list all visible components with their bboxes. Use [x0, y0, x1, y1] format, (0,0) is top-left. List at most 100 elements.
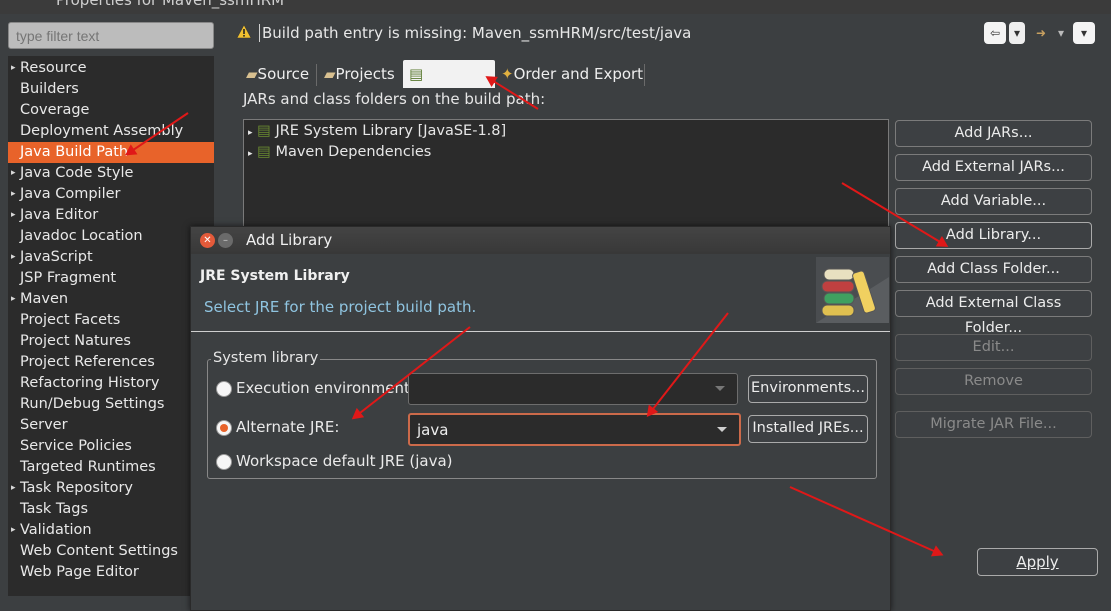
add-jars-button[interactable]: Add JARs...	[895, 120, 1092, 147]
sidebar-item[interactable]: Server	[8, 415, 214, 436]
sidebar-item[interactable]: Service Policies	[8, 436, 214, 457]
workspace-default-radio[interactable]	[216, 454, 232, 470]
order-export-icon: ✦	[501, 65, 514, 83]
sidebar-item-label: Resource	[20, 60, 87, 76]
expand-icon[interactable]: ▸	[11, 184, 16, 205]
sidebar-item[interactable]: ▸ Resource	[8, 58, 214, 79]
view-menu-icon[interactable]: ▾	[1073, 22, 1095, 44]
tab-source[interactable]: ▰Source	[246, 60, 309, 88]
add-variable-button[interactable]: Add Variable...	[895, 188, 1092, 215]
tab-label: Projects	[335, 65, 395, 83]
execution-environment-combo[interactable]	[408, 373, 738, 405]
entry-label: Maven Dependencies	[275, 144, 432, 160]
classpath-list[interactable]: ▸ ▤ JRE System Library [JavaSE-1.8] ▸ ▤ …	[243, 119, 889, 234]
dialog-title: Add Library	[246, 231, 333, 249]
sidebar-item[interactable]: ▸ Task Repository	[8, 478, 214, 499]
sidebar-item[interactable]: ▸ Java Compiler	[8, 184, 214, 205]
sidebar-item[interactable]: ▸ Java Editor	[8, 205, 214, 226]
folder-source-icon: ▰	[246, 65, 258, 83]
sidebar-item-label: Targeted Runtimes	[20, 459, 156, 475]
sidebar-item-label: Maven	[20, 291, 69, 307]
apply-button[interactable]: Apply	[977, 548, 1098, 576]
back-menu-icon[interactable]: ▾	[1009, 22, 1025, 44]
alternate-jre-combo[interactable]: java	[408, 413, 741, 446]
execution-environment-label: Execution environment:	[236, 379, 415, 397]
sidebar-item-label: Web Content Settings	[20, 543, 178, 559]
tab-libraries[interactable]: ▤	[403, 60, 495, 88]
expand-icon[interactable]: ▸	[11, 58, 16, 79]
sidebar-item-label: Server	[20, 417, 68, 433]
sidebar-item[interactable]: Run/Debug Settings	[8, 394, 214, 415]
back-icon[interactable]: ⇦	[984, 22, 1006, 44]
sidebar-item[interactable]: ▸ Validation	[8, 520, 214, 541]
alternate-jre-label: Alternate JRE:	[236, 418, 340, 436]
sidebar-item[interactable]: Project References	[8, 352, 214, 373]
add-external-jars-button[interactable]: Add External JARs...	[895, 154, 1092, 181]
sidebar-item[interactable]: Javadoc Location	[8, 226, 214, 247]
sidebar-item[interactable]: ▸ JavaScript	[8, 247, 214, 268]
sidebar-item-label: Javadoc Location	[20, 228, 143, 244]
property-page-tree: ▸ Resource Builders Coverage Deployment Asse…	[8, 56, 214, 596]
expand-icon[interactable]: ▸	[11, 205, 16, 226]
sidebar-item[interactable]: Java Build Path	[8, 142, 214, 163]
sidebar-item[interactable]: ▸ Maven	[8, 289, 214, 310]
dialog-heading: JRE System Library	[200, 268, 350, 284]
alternate-jre-radio[interactable]	[216, 420, 232, 436]
chevron-down-icon	[715, 386, 725, 391]
combo-value: java	[417, 421, 449, 439]
sidebar-item[interactable]: Targeted Runtimes	[8, 457, 214, 478]
sidebar-item[interactable]: Deployment Assembly	[8, 121, 214, 142]
expand-icon[interactable]: ▸	[11, 289, 16, 310]
sidebar-item[interactable]: Builders	[8, 79, 214, 100]
expand-icon[interactable]: ▸	[11, 247, 16, 268]
warning-message: Build path entry is missing: Maven_ssmHR…	[259, 24, 691, 42]
list-item-maven[interactable]: ▸ ▤ Maven Dependencies	[248, 142, 431, 162]
close-icon[interactable]: ✕	[200, 233, 215, 248]
sidebar-item[interactable]: Project Facets	[8, 310, 214, 331]
remove-button[interactable]: Remove	[895, 368, 1092, 395]
expand-icon[interactable]: ▸	[248, 149, 253, 159]
installed-jres-button[interactable]: Installed JREs...	[748, 415, 868, 443]
sidebar-item[interactable]: Refactoring History	[8, 373, 214, 394]
build-path-description: JARs and class folders on the build path…	[243, 90, 546, 108]
tab-label: Order and Export	[513, 65, 644, 83]
sidebar-item-label: JavaScript	[20, 249, 93, 265]
sidebar-item[interactable]: Project Natures	[8, 331, 214, 352]
entry-label: JRE System Library [JavaSE-1.8]	[275, 123, 507, 139]
sidebar-item-label: Run/Debug Settings	[20, 396, 165, 412]
expand-icon[interactable]: ▸	[11, 478, 16, 499]
sidebar-item-label: Task Repository	[20, 480, 134, 496]
minimize-icon[interactable]: –	[218, 233, 233, 248]
sidebar-item[interactable]: Web Page Editor	[8, 562, 214, 583]
add-external-class-folder-button[interactable]: Add External Class Folder...	[895, 290, 1092, 336]
sidebar-item-label: Java Compiler	[20, 186, 121, 202]
sidebar-item[interactable]: Task Tags	[8, 499, 214, 520]
sidebar-item[interactable]: JSP Fragment	[8, 268, 214, 289]
add-library-button[interactable]: Add Library...	[895, 222, 1092, 249]
sidebar-item-label: Builders	[20, 81, 79, 97]
list-item-jre[interactable]: ▸ ▤ JRE System Library [JavaSE-1.8]	[248, 121, 506, 141]
forward-icon[interactable]: ➜	[1032, 22, 1050, 44]
sidebar-item-label: Task Tags	[20, 501, 89, 517]
library-icon: ▤	[257, 123, 271, 139]
add-class-folder-button[interactable]: Add Class Folder...	[895, 256, 1092, 283]
expand-icon[interactable]: ▸	[248, 128, 253, 138]
library-icon: ▤	[257, 144, 271, 160]
migrate-jar-button[interactable]: Migrate JAR File...	[895, 411, 1092, 438]
execution-environment-radio[interactable]	[216, 381, 232, 397]
sidebar-item-label: Service Policies	[20, 438, 132, 454]
sidebar-item-label: Java Editor	[20, 207, 99, 223]
add-library-dialog: ✕ – Add Library JRE System Library Selec…	[190, 226, 891, 611]
expand-icon[interactable]: ▸	[11, 520, 16, 541]
expand-icon[interactable]: ▸	[11, 163, 16, 184]
sidebar-item-label: Java Build Path	[20, 144, 129, 160]
edit-button[interactable]: Edit...	[895, 334, 1092, 361]
environments-button[interactable]: Environments...	[748, 375, 868, 403]
tab-order-export[interactable]: ✦Order and Export	[501, 60, 643, 88]
forward-menu-icon[interactable]: ▾	[1054, 22, 1068, 44]
tab-projects[interactable]: ▰Projects	[324, 60, 395, 88]
sidebar-item[interactable]: ▸ Java Code Style	[8, 163, 214, 184]
filter-input[interactable]	[8, 22, 214, 49]
sidebar-item[interactable]: Coverage	[8, 100, 214, 121]
sidebar-item[interactable]: Web Content Settings	[8, 541, 214, 562]
